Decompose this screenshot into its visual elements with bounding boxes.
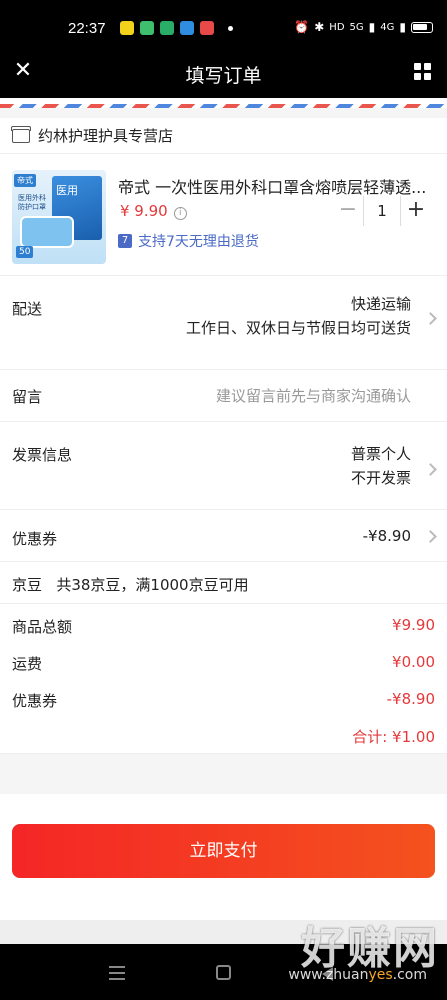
address-decor-stripes bbox=[0, 104, 447, 108]
watermark-url: www.zhuanyes.com bbox=[288, 967, 427, 983]
store-row[interactable]: 约林护理护具专营店 bbox=[0, 118, 447, 154]
quantity-stepper: − 1 + bbox=[333, 196, 435, 226]
message-input[interactable]: 建议留言前先与商家沟通确认 bbox=[216, 384, 411, 408]
wechat-icon bbox=[160, 21, 174, 35]
signal-bars-icon: ▮ bbox=[368, 20, 376, 34]
summary-coupon-value: -¥8.90 bbox=[386, 690, 435, 708]
product-item: 帝式 医用外科 防护口罩 医用 50 帝式 一次性医用外科口罩含熔喷层轻薄透..… bbox=[0, 154, 447, 276]
product-name[interactable]: 帝式 一次性医用外科口罩含熔喷层轻薄透... bbox=[118, 174, 438, 198]
return-policy[interactable]: 7 支持7天无理由退货 bbox=[118, 231, 259, 251]
invoice-row[interactable]: 发票信息 普票个人 不开发票 bbox=[0, 422, 447, 510]
chevron-right-icon bbox=[424, 530, 437, 543]
product-image-count: 50 bbox=[16, 246, 34, 258]
jingdou-row: 京豆 共38京豆，满1000京豆可用 bbox=[0, 562, 447, 604]
chevron-right-icon bbox=[424, 463, 437, 476]
invoice-type: 普票个人 bbox=[350, 445, 411, 463]
watermark-url-suffix: .com bbox=[392, 967, 427, 983]
grid-menu-icon[interactable] bbox=[414, 63, 431, 80]
info-icon[interactable]: i bbox=[173, 207, 187, 220]
bluetooth-icon: ✱ bbox=[314, 20, 325, 34]
shipping-note: 工作日、双休日与节假日均可送货 bbox=[185, 319, 411, 337]
coupon-row[interactable]: 优惠券 -¥8.90 bbox=[0, 510, 447, 562]
jingdou-info: 京豆 共38京豆，满1000京豆可用 bbox=[12, 574, 249, 595]
pay-section: 立即支付 bbox=[0, 794, 447, 920]
telegram-icon bbox=[180, 21, 194, 35]
product-price-row: ¥ 9.90 i bbox=[120, 202, 187, 220]
shipping-label: 配送 bbox=[12, 300, 43, 318]
return-policy-text: 支持7天无理由退货 bbox=[138, 234, 259, 250]
summary-coupon-label: 优惠券 bbox=[12, 692, 58, 710]
notification-app-icon bbox=[120, 21, 134, 35]
watermark-url-highlight: yes bbox=[368, 967, 393, 983]
watermark-url-prefix: www.zhuan bbox=[288, 967, 369, 983]
notification-app-icon bbox=[200, 21, 214, 35]
invoice-label: 发票信息 bbox=[12, 446, 73, 464]
order-total: 合计: ¥1.00 bbox=[352, 728, 435, 746]
product-image-desc: 医用外科 防护口罩 bbox=[18, 194, 46, 211]
price-summary: 商品总额 ¥9.90 运费 ¥0.00 优惠券 -¥8.90 合计: ¥1.00 bbox=[0, 604, 447, 754]
shipping-row[interactable]: 配送 快递运输 工作日、双休日与节假日均可送货 bbox=[0, 276, 447, 370]
status-time: 22:37 bbox=[68, 20, 106, 37]
order-content: 约林护理护具专营店 帝式 医用外科 防护口罩 医用 50 帝式 一次性医用外科口… bbox=[0, 98, 447, 920]
chevron-right-icon bbox=[424, 312, 437, 325]
shipping-method: 快递运输 bbox=[350, 295, 411, 313]
product-image-tag: 帝式 bbox=[14, 174, 36, 187]
home-icon[interactable] bbox=[216, 965, 231, 980]
summary-shipping-fee: 运费 ¥0.00 bbox=[12, 653, 435, 675]
message-label: 留言 bbox=[12, 388, 43, 406]
signal-4g-icon: 4G bbox=[380, 21, 395, 33]
pay-now-button[interactable]: 立即支付 bbox=[12, 824, 435, 878]
signal-5g-icon: 5G bbox=[349, 21, 364, 33]
product-price: ¥ 9.90 bbox=[120, 202, 168, 220]
product-image-mask bbox=[20, 216, 74, 248]
summary-coupon: 优惠券 -¥8.90 bbox=[12, 690, 435, 712]
notification-app-icon bbox=[140, 21, 154, 35]
shipping-info: 快递运输 工作日、双休日与节假日均可送货 bbox=[186, 292, 411, 340]
hd-icon: HD bbox=[329, 21, 345, 33]
header-bar: ✕ 填写订单 bbox=[0, 48, 447, 98]
shipping-fee-value: ¥0.00 bbox=[392, 653, 435, 671]
product-image[interactable]: 帝式 医用外科 防护口罩 医用 50 bbox=[12, 170, 106, 264]
system-status-icons: ⏰ ✱ HD 5G ▮ 4G ▮ bbox=[294, 20, 433, 34]
battery-icon bbox=[411, 21, 433, 33]
more-notifications-dot bbox=[228, 25, 233, 31]
recent-apps-icon[interactable] bbox=[109, 966, 125, 980]
quantity-input[interactable]: 1 bbox=[363, 196, 401, 226]
coupon-label: 优惠券 bbox=[12, 530, 58, 548]
return-7day-icon: 7 bbox=[118, 234, 132, 248]
increase-quantity-button[interactable]: + bbox=[401, 196, 431, 226]
notification-icons bbox=[120, 21, 233, 35]
alarm-icon: ⏰ bbox=[294, 20, 310, 34]
page-title: 填写订单 bbox=[185, 65, 262, 87]
goods-total-label: 商品总额 bbox=[12, 618, 73, 636]
signal-bars-icon: ▮ bbox=[399, 20, 406, 34]
order-card: 约林护理护具专营店 帝式 医用外科 防护口罩 医用 50 帝式 一次性医用外科口… bbox=[0, 118, 447, 754]
message-row[interactable]: 留言 建议留言前先与商家沟通确认 bbox=[0, 370, 447, 422]
jingdou-label: 京豆 bbox=[12, 576, 43, 594]
summary-goods-total: 商品总额 ¥9.90 bbox=[12, 616, 435, 638]
goods-total-value: ¥9.90 bbox=[392, 616, 435, 634]
store-icon bbox=[11, 125, 31, 143]
status-bar: 22:37 ⏰ ✱ HD 5G ▮ 4G ▮ bbox=[0, 0, 447, 48]
coupon-value: -¥8.90 bbox=[362, 527, 411, 545]
decrease-quantity-button[interactable]: − bbox=[333, 196, 363, 226]
invoice-info: 普票个人 不开发票 bbox=[351, 442, 411, 490]
jingdou-text: 共38京豆，满1000京豆可用 bbox=[56, 576, 249, 594]
store-name: 约林护理护具专营店 bbox=[38, 127, 174, 145]
shipping-fee-label: 运费 bbox=[12, 655, 43, 673]
invoice-status: 不开发票 bbox=[350, 469, 411, 487]
